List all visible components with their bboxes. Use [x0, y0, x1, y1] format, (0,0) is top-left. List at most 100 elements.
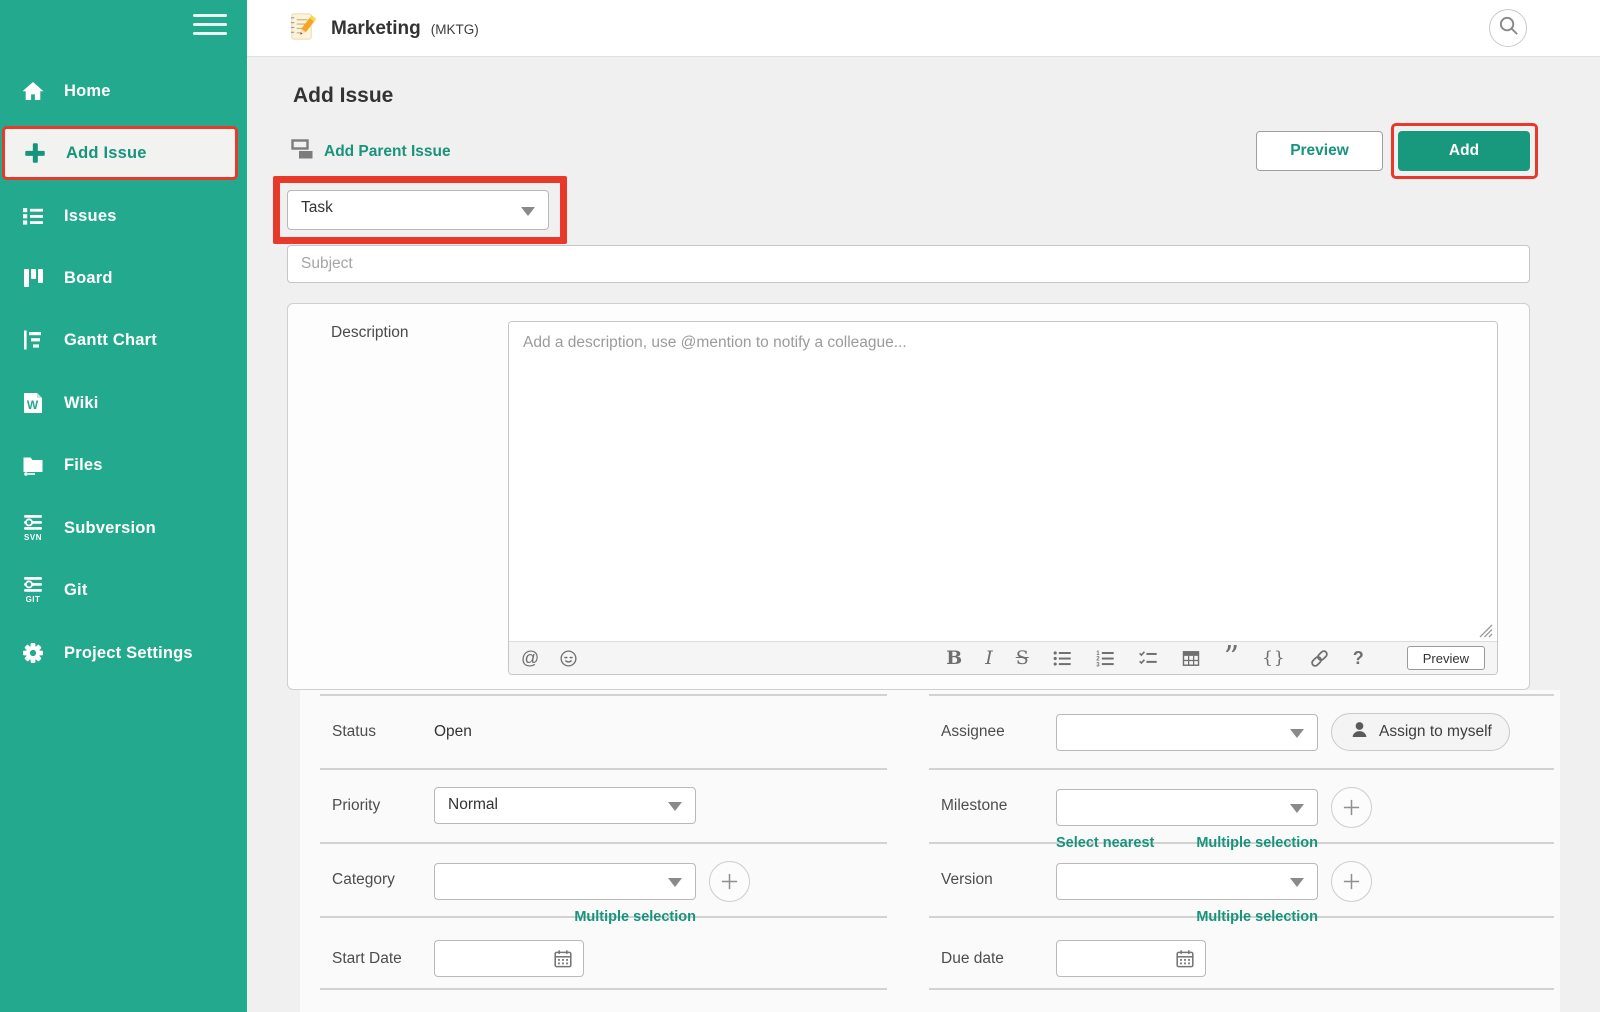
due-date-input[interactable] — [1056, 940, 1206, 977]
add-parent-issue-link[interactable]: Add Parent Issue — [291, 139, 451, 165]
sidebar-item-gantt-chart[interactable]: Gantt Chart — [0, 315, 247, 365]
add-milestone-button[interactable] — [1331, 787, 1372, 828]
gear-icon — [18, 641, 48, 665]
sidebar-item-label: Git — [64, 580, 88, 599]
sidebar-item-wiki[interactable]: W Wiki — [0, 378, 247, 428]
sidebar-item-label: Issues — [64, 206, 117, 225]
project-key: (MKTG) — [430, 22, 479, 37]
assign-to-myself-button[interactable]: Assign to myself — [1331, 713, 1510, 751]
start-date-input[interactable] — [434, 940, 584, 977]
priority-label: Priority — [332, 797, 381, 814]
plus-icon — [20, 140, 50, 166]
category-multiple-selection-link[interactable]: Multiple selection — [574, 909, 696, 925]
priority-value: Normal — [448, 796, 498, 813]
milestone-multiple-selection-link[interactable]: Multiple selection — [1196, 835, 1318, 851]
start-date-label: Start Date — [332, 950, 402, 967]
fields-column-left: Status Open Priority Normal Category Mul… — [320, 694, 887, 990]
due-date-label: Due date — [941, 950, 1004, 967]
editor-toolbar: @ B I S 123 ” {} ? Preview — [509, 641, 1497, 674]
sidebar-item-project-settings[interactable]: Project Settings — [0, 628, 247, 678]
sidebar-item-label: Home — [64, 81, 111, 100]
emoji-icon[interactable] — [559, 649, 578, 668]
git-badge: GIT — [25, 595, 41, 604]
code-braces-icon[interactable]: {} — [1262, 649, 1286, 667]
project-name: Marketing — [331, 17, 421, 39]
sidebar-item-add-issue[interactable]: Add Issue — [2, 126, 238, 180]
add-issue-page: Home Add Issue Issues Board Gantt Chart — [0, 0, 1600, 1012]
category-select[interactable] — [434, 863, 696, 900]
sidebar-item-subversion[interactable]: SVN Subversion — [0, 503, 247, 553]
assign-to-myself-label: Assign to myself — [1379, 723, 1492, 740]
plus-icon — [721, 873, 738, 890]
description-section: Description @ B I S — [287, 303, 1530, 690]
status-label: Status — [332, 723, 376, 740]
version-select[interactable] — [1056, 863, 1318, 900]
field-row-version: Version Multiple selection — [929, 842, 1554, 925]
italic-icon[interactable]: I — [985, 648, 993, 668]
field-row-assignee: Assignee Assign to myself — [929, 694, 1554, 768]
home-icon — [18, 79, 48, 103]
chevron-down-icon — [521, 207, 535, 216]
issues-list-icon — [18, 204, 48, 228]
help-icon[interactable]: ? — [1353, 649, 1364, 667]
chevron-down-icon — [668, 802, 682, 811]
search-button[interactable] — [1489, 9, 1527, 47]
wiki-document-icon: W — [18, 391, 48, 415]
version-multiple-selection-link[interactable]: Multiple selection — [1196, 909, 1318, 925]
chevron-down-icon — [668, 878, 682, 887]
table-icon[interactable] — [1181, 649, 1201, 668]
chevron-down-icon — [1290, 728, 1304, 738]
subject-input[interactable] — [287, 245, 1530, 283]
category-label: Category — [332, 871, 395, 888]
board-icon — [18, 266, 48, 290]
hamburger-menu-icon[interactable] — [193, 14, 227, 40]
gantt-chart-icon — [18, 328, 48, 352]
preview-button[interactable]: Preview — [1256, 131, 1383, 171]
calendar-icon — [554, 950, 572, 968]
milestone-select[interactable] — [1056, 789, 1318, 826]
description-label: Description — [331, 324, 409, 341]
milestone-label: Milestone — [941, 797, 1008, 814]
priority-select[interactable]: Normal — [434, 787, 696, 824]
sidebar-item-git[interactable]: GIT Git — [0, 565, 247, 615]
fields-column-right: Assignee Assign to myself Milestone Sele… — [929, 694, 1554, 990]
field-row-milestone: Milestone Select nearest Multiple select… — [929, 768, 1554, 851]
bold-icon[interactable]: B — [946, 648, 962, 668]
editor-preview-button[interactable]: Preview — [1406, 646, 1485, 670]
sidebar-item-home[interactable]: Home — [0, 66, 247, 116]
sidebar-item-label: Add Issue — [66, 143, 147, 162]
issue-type-value: Task — [301, 199, 333, 216]
assignee-select[interactable] — [1056, 713, 1318, 751]
add-parent-issue-label: Add Parent Issue — [324, 143, 451, 160]
sidebar: Home Add Issue Issues Board Gantt Chart — [0, 0, 247, 1012]
numbered-list-icon[interactable]: 123 — [1095, 649, 1115, 668]
issue-type-select[interactable]: Task — [287, 190, 549, 230]
field-row-status: Status Open — [320, 694, 887, 768]
strikethrough-icon[interactable]: S — [1016, 648, 1029, 668]
add-version-button[interactable] — [1331, 861, 1372, 902]
sidebar-item-board[interactable]: Board — [0, 253, 247, 303]
status-value: Open — [434, 723, 472, 740]
chevron-down-icon — [1290, 804, 1304, 813]
add-category-button[interactable] — [709, 861, 750, 902]
sidebar-item-label: Subversion — [64, 518, 156, 537]
chevron-down-icon — [1290, 878, 1304, 887]
calendar-icon — [1176, 950, 1194, 968]
sidebar-item-label: Project Settings — [64, 643, 193, 662]
description-textarea[interactable] — [509, 322, 1497, 642]
link-icon[interactable] — [1309, 648, 1330, 669]
mention-icon[interactable]: @ — [521, 649, 539, 667]
quote-icon[interactable]: ” — [1224, 643, 1239, 673]
parent-issue-icon — [291, 139, 314, 165]
bullet-list-icon[interactable] — [1052, 649, 1072, 668]
git-icon: GIT — [18, 576, 48, 604]
person-icon — [1349, 719, 1370, 745]
task-list-icon[interactable] — [1138, 649, 1158, 668]
field-row-start-date: Start Date — [320, 916, 887, 990]
sidebar-item-label: Board — [64, 268, 113, 287]
sidebar-item-files[interactable]: Files — [0, 440, 247, 490]
sidebar-item-issues[interactable]: Issues — [0, 191, 247, 241]
milestone-select-nearest-link[interactable]: Select nearest — [1056, 835, 1154, 851]
plus-icon — [1343, 799, 1360, 816]
add-button[interactable]: Add — [1398, 131, 1530, 171]
